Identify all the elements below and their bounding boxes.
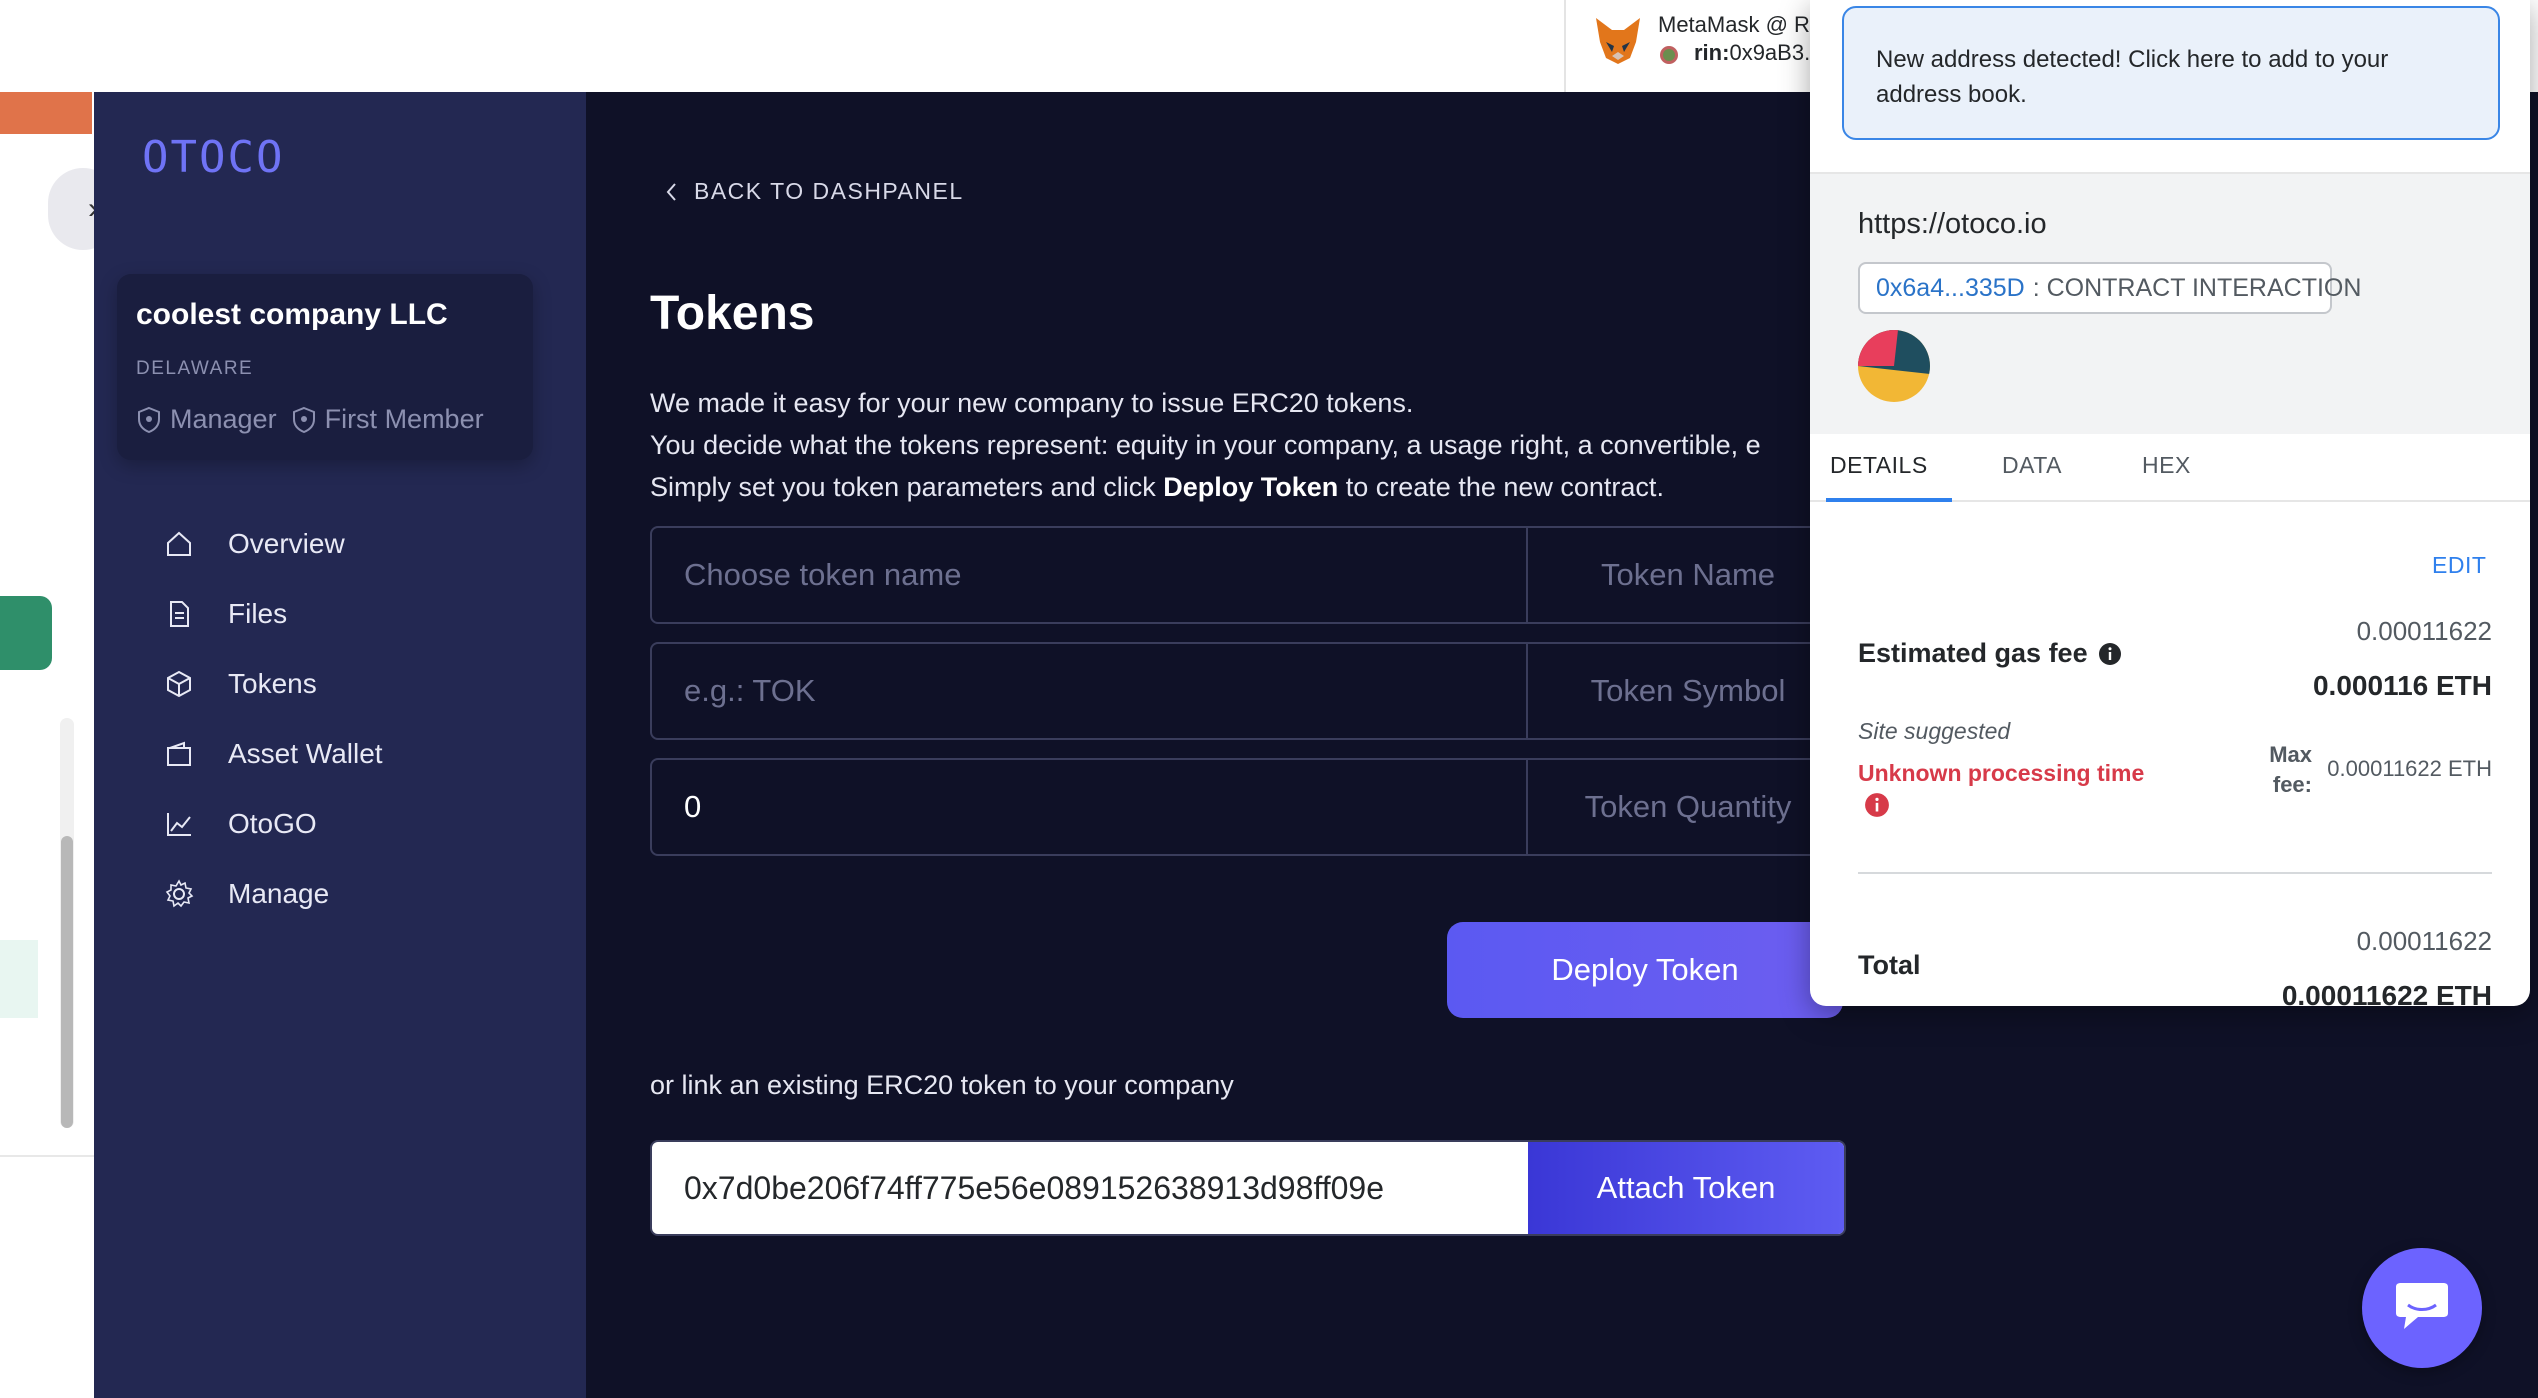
metamask-network: rin:0x9aB3. xyxy=(1694,40,1810,66)
attach-token-button[interactable]: Attach Token xyxy=(1528,1142,1844,1234)
contract-type: : CONTRACT INTERACTION xyxy=(2032,273,2362,302)
processing-time-warning: Unknown processing time xyxy=(1858,760,2145,786)
metamask-confirm-popup: New address detected! Click here to add … xyxy=(1810,0,2530,1006)
sidebar-item-overview[interactable]: Overview xyxy=(164,516,345,572)
link-existing-token-text: or link an existing ERC20 token to your … xyxy=(650,1070,1234,1100)
token-quantity-input[interactable]: 0 xyxy=(652,760,1528,854)
account-identicon xyxy=(1858,330,1930,402)
network-status-dot xyxy=(1660,46,1678,64)
sidebar-item-label: Manage xyxy=(228,878,330,909)
alert-info-icon[interactable] xyxy=(1864,792,1890,818)
divider xyxy=(1858,872,2492,874)
gas-fee-primary: 0.000116 ETH xyxy=(2312,670,2492,701)
chat-icon xyxy=(2396,1283,2448,1329)
chevron-left-icon xyxy=(666,182,676,201)
gas-fee-secondary: 0.00011622 xyxy=(2356,616,2492,646)
chat-button[interactable] xyxy=(2362,1248,2482,1368)
total-secondary: 0.00011622 xyxy=(2356,926,2492,956)
company-name: coolest company LLC xyxy=(136,298,448,331)
deploy-token-button[interactable]: Deploy Token xyxy=(1447,922,1843,1018)
description-line-3: Simply set you token parameters and clic… xyxy=(650,472,1664,503)
contract-interaction-pill[interactable]: 0x6a4...335D : CONTRACT INTERACTION xyxy=(1858,262,2361,314)
sidebar-item-asset-wallet[interactable]: Asset Wallet xyxy=(164,726,383,782)
token-name-label: Token Name xyxy=(1600,557,1776,592)
details-tabs: DETAILS DATA HEX xyxy=(1810,434,2530,502)
token-address-input[interactable]: 0x7d0be206f74ff775e56e089152638913d98ff0… xyxy=(652,1142,1528,1234)
sidebar-item-otogo[interactable]: OtoGO xyxy=(164,796,317,852)
gear-icon xyxy=(165,879,194,908)
wallet-icon xyxy=(167,741,191,766)
new-address-notice[interactable]: New address detected! Click here to add … xyxy=(1842,6,2500,140)
site-suggested-label: Site suggested xyxy=(1858,718,2011,744)
token-symbol-input[interactable]: e.g.: TOK xyxy=(652,644,1528,738)
shield-icon xyxy=(292,406,315,433)
home-icon xyxy=(167,531,191,556)
token-symbol-label: Token Symbol xyxy=(1590,673,1786,708)
role-first-member: First Member xyxy=(324,404,484,434)
tab-hex[interactable]: HEX xyxy=(2142,452,2191,479)
max-fee-value: 0.00011622 ETH xyxy=(2327,756,2492,781)
token-name-field[interactable]: Choose token name Token Name xyxy=(650,526,1850,624)
edit-gas-link[interactable]: EDIT xyxy=(2432,552,2486,579)
token-quantity-field[interactable]: 0 Token Quantity xyxy=(650,758,1850,856)
info-icon[interactable] xyxy=(2098,642,2122,666)
network-address: 0x9aB3. xyxy=(1729,40,1811,65)
max-fee-label: Max fee: xyxy=(2269,742,2312,797)
role-manager: Manager xyxy=(170,404,277,434)
network-label: rin: xyxy=(1694,40,1730,65)
description-text: to create the new contract. xyxy=(1338,472,1664,502)
token-name-input[interactable]: Choose token name xyxy=(652,528,1528,622)
description-text: Simply set you token parameters and clic… xyxy=(650,472,1164,502)
otoco-logo[interactable]: OTOCO xyxy=(142,132,284,183)
sidebar-item-label: Files xyxy=(228,598,288,629)
sidebar-item-manage[interactable]: Manage xyxy=(164,866,329,922)
sidebar-item-tokens[interactable]: Tokens xyxy=(164,656,317,712)
chart-line-icon xyxy=(167,813,191,836)
sidebar-item-label: OtoGO xyxy=(228,808,317,839)
company-jurisdiction: DELAWARE xyxy=(136,358,254,379)
tab-details[interactable]: DETAILS xyxy=(1830,452,1928,479)
attach-token-field[interactable]: 0x7d0be206f74ff775e56e089152638913d98ff0… xyxy=(650,1140,1846,1236)
estimated-gas-fee-label: Estimated gas fee xyxy=(1858,638,2122,669)
shield-icon xyxy=(138,406,160,433)
description-line-1: We made it easy for your new company to … xyxy=(650,388,1414,418)
total-primary: 0.00011622 ETH xyxy=(2281,980,2492,1006)
sidebar-item-label: Overview xyxy=(228,528,345,559)
company-roles: Manager First Member xyxy=(136,404,484,435)
tab-data[interactable]: DATA xyxy=(2002,452,2062,479)
description-bold: Deploy Token xyxy=(1163,472,1339,502)
token-symbol-field[interactable]: e.g.: TOK Token Symbol xyxy=(650,642,1850,740)
background-page xyxy=(0,92,94,1398)
active-tab-indicator xyxy=(1826,498,1952,502)
orange-banner xyxy=(0,92,92,134)
highlighted-list-item[interactable] xyxy=(0,940,38,1018)
back-to-dashpanel-link[interactable]: BACK TO DASHPANEL xyxy=(664,178,964,205)
file-icon xyxy=(170,601,189,627)
site-origin: https://otoco.io xyxy=(1858,208,2047,240)
contract-address-link[interactable]: 0x6a4...335D xyxy=(1876,274,2025,303)
green-action-button[interactable] xyxy=(0,596,52,670)
metamask-extension-title: MetaMask @ R xyxy=(1658,12,1810,37)
metamask-fox-icon xyxy=(1590,12,1646,68)
token-quantity-label: Token Quantity xyxy=(1584,789,1792,824)
description-line-2: You decide what the tokens represent: eq… xyxy=(650,430,1761,460)
cube-icon xyxy=(167,670,191,698)
divider xyxy=(0,1155,94,1157)
sidebar-item-label: Tokens xyxy=(228,668,317,699)
sidebar-item-files[interactable]: Files xyxy=(164,586,287,642)
page-title: Tokens xyxy=(650,287,815,340)
back-link-label: BACK TO DASHPANEL xyxy=(694,178,964,204)
scrollbar-thumb[interactable] xyxy=(61,836,73,1128)
gas-label-text: Estimated gas fee xyxy=(1858,638,2088,668)
sidebar-item-label: Asset Wallet xyxy=(228,738,383,769)
total-label: Total xyxy=(1858,950,1921,980)
